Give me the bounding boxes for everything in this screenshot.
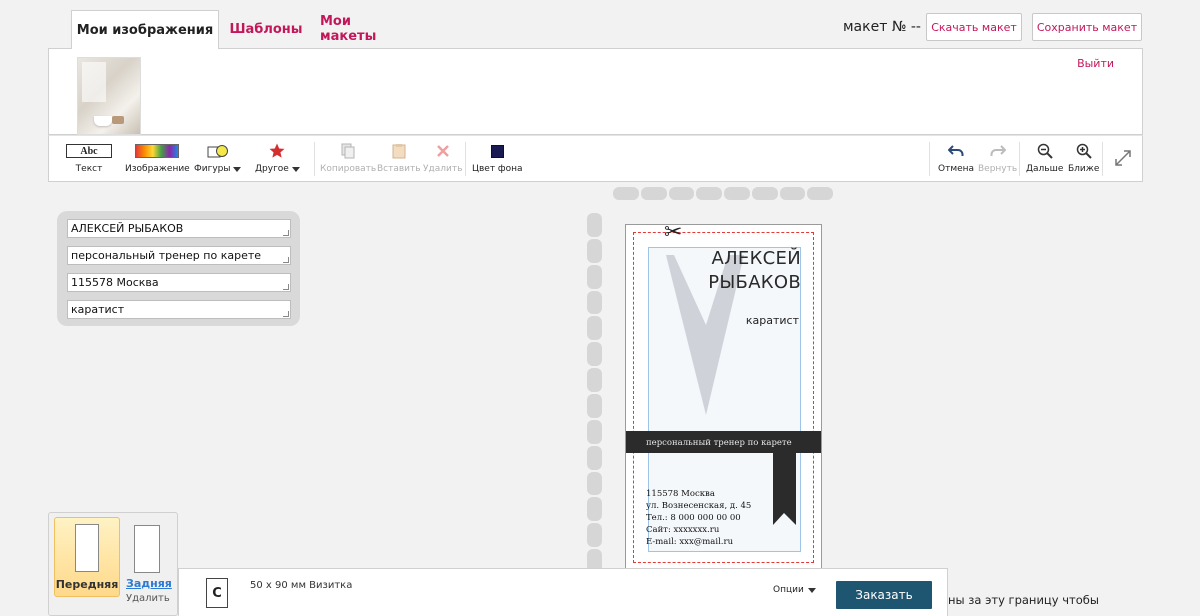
- redo-icon: [990, 145, 1006, 156]
- document-icon: C: [206, 578, 228, 608]
- card-role[interactable]: каратист: [746, 314, 799, 327]
- shapes-tool-button[interactable]: Фигуры: [194, 142, 242, 174]
- toolbar-separator: [1019, 142, 1020, 176]
- page-icon: [75, 524, 99, 572]
- business-card-canvas[interactable]: ✂ АЛЕКСЕЙ РЫБАКОВ каратист персональный …: [625, 224, 822, 569]
- hint-text: ны за эту границу чтобы: [948, 593, 1099, 607]
- back-side-button[interactable]: Задняя: [124, 517, 174, 597]
- save-maket-button[interactable]: Сохранить макет: [1032, 13, 1142, 41]
- redo-label: Вернуть: [978, 164, 1018, 174]
- bottom-bar: C 50 x 90 мм Визитка Опции Заказать: [178, 568, 948, 616]
- copy-label: Копировать: [320, 164, 377, 174]
- undo-button[interactable]: Отмена: [938, 142, 974, 174]
- tabs-bar: Мои изображения Шаблоны Мои макеты макет…: [48, 0, 1143, 49]
- text-tool-button[interactable]: Abc Текст: [66, 142, 112, 174]
- thumbnail-window-shape: [82, 62, 106, 102]
- zoom-in-icon: [1076, 143, 1092, 159]
- zoom-out-label: Дальше: [1026, 164, 1064, 174]
- vertical-ruler: [587, 213, 602, 574]
- chevron-down-icon: [233, 166, 242, 172]
- undo-label: Отмена: [938, 164, 975, 174]
- delete-side-link[interactable]: Удалить: [126, 593, 170, 604]
- role-field[interactable]: каратист: [67, 300, 291, 319]
- card-contact-line: ул. Вознесенская, д. 45: [646, 501, 752, 511]
- tab-my-makets[interactable]: Мои макеты: [320, 10, 410, 48]
- logout-link[interactable]: Выйти: [1077, 57, 1114, 70]
- sides-panel: Передняя Задняя Удалить: [48, 512, 178, 616]
- card-name-last: РЫБАКОВ: [708, 272, 801, 293]
- card-contact-line: 115578 Москва: [646, 489, 715, 499]
- paste-label: Вставить: [377, 164, 421, 174]
- zoom-in-label: Ближе: [1068, 164, 1100, 174]
- toolbar: Abc Текст Изображение Фигуры Другое Копи…: [48, 135, 1143, 182]
- shapes-tool-label: Фигуры: [194, 164, 231, 174]
- fullscreen-button[interactable]: [1113, 148, 1133, 168]
- delete-label: Удалить: [423, 164, 463, 174]
- tab-templates[interactable]: Шаблоны: [226, 10, 306, 48]
- thumbnail-cup-shape: [94, 116, 112, 126]
- images-panel: Выйти: [48, 48, 1143, 135]
- card-band-text[interactable]: персональный тренер по карете: [646, 438, 792, 448]
- options-label: Опции: [773, 585, 804, 595]
- zoom-out-button[interactable]: Дальше: [1026, 142, 1063, 174]
- zoom-out-icon: [1037, 143, 1053, 159]
- toolbar-separator: [465, 142, 466, 176]
- delete-button[interactable]: Удалить: [423, 142, 462, 174]
- card-contact-line: Тел.: 8 000 000 00 00: [646, 513, 741, 523]
- front-side-label: Передняя: [55, 578, 119, 591]
- chevron-down-icon: [291, 166, 300, 172]
- options-dropdown[interactable]: Опции: [773, 585, 816, 595]
- copy-icon: [341, 143, 355, 159]
- card-contacts[interactable]: 115578 Москва ул. Вознесенская, д. 45 Те…: [646, 488, 751, 548]
- text-icon: Abc: [66, 144, 112, 158]
- paste-button[interactable]: Вставить: [377, 142, 421, 174]
- text-tool-label: Текст: [75, 164, 103, 174]
- page-icon: [134, 525, 160, 573]
- toolbar-separator: [1102, 142, 1103, 176]
- undo-icon: [948, 145, 964, 156]
- color-swatch-icon: [490, 144, 504, 158]
- chevron-down-icon: [807, 587, 816, 593]
- shapes-icon: [207, 145, 228, 158]
- image-tool-button[interactable]: Изображение: [125, 142, 190, 174]
- title-field[interactable]: персональный тренер по карете: [67, 246, 291, 265]
- close-icon: [436, 145, 449, 157]
- star-icon: [269, 143, 285, 158]
- thumbnail-box-shape: [112, 116, 124, 124]
- copy-button[interactable]: Копировать: [320, 142, 376, 174]
- name-field[interactable]: АЛЕКСЕЙ РЫБАКОВ: [67, 219, 291, 238]
- front-side-button[interactable]: Передняя: [54, 517, 120, 597]
- image-icon: [135, 144, 180, 158]
- image-thumbnail[interactable]: [77, 57, 141, 135]
- text-fields-panel: АЛЕКСЕЙ РЫБАКОВ персональный тренер по к…: [57, 211, 300, 326]
- back-side-label: Задняя: [126, 577, 172, 590]
- card-name[interactable]: АЛЕКСЕЙ РЫБАКОВ: [708, 247, 801, 295]
- card-name-first: АЛЕКСЕЙ: [711, 248, 801, 269]
- redo-button[interactable]: Вернуть: [978, 142, 1017, 174]
- other-tool-label: Другое: [255, 164, 289, 174]
- address-field[interactable]: 115578 Москва: [67, 273, 291, 292]
- expand-icon: [1115, 150, 1131, 166]
- image-tool-label: Изображение: [125, 164, 190, 174]
- card-contact-line: Сайт: xxxxxxx.ru: [646, 525, 720, 535]
- scissors-icon: ✂: [664, 224, 683, 244]
- product-name: 50 x 90 мм Визитка: [250, 580, 353, 591]
- maket-number: макет № --: [843, 19, 921, 35]
- download-maket-button[interactable]: Скачать макет: [926, 13, 1022, 41]
- zoom-in-button[interactable]: Ближе: [1068, 142, 1099, 174]
- background-color-label: Цвет фона: [472, 164, 523, 174]
- toolbar-separator: [929, 142, 930, 176]
- paste-icon: [392, 144, 406, 159]
- horizontal-ruler: [613, 187, 833, 200]
- background-color-button[interactable]: Цвет фона: [472, 142, 523, 174]
- order-button[interactable]: Заказать: [836, 581, 932, 609]
- other-tool-button[interactable]: Другое: [255, 142, 300, 174]
- tab-my-images[interactable]: Мои изображения: [71, 10, 219, 49]
- card-contact-line: E-mail: xxx@mail.ru: [646, 537, 734, 547]
- toolbar-separator: [314, 142, 315, 176]
